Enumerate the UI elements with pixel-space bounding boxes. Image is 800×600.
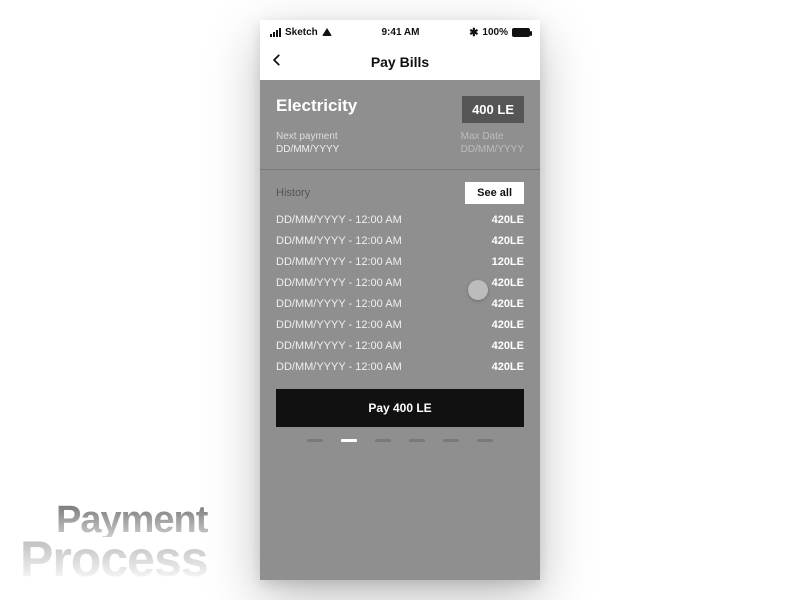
bill-name: Electricity <box>276 96 357 116</box>
signal-icon <box>270 28 281 37</box>
max-date-label: Max Date <box>461 131 524 142</box>
history-label: History <box>276 187 310 199</box>
next-payment-label: Next payment <box>276 131 339 142</box>
battery-percent: 100% <box>482 27 508 38</box>
watermark-line1: Payment <box>56 503 208 537</box>
wifi-icon <box>322 28 332 36</box>
history-row: DD/MM/YYYY - 12:00 AM420LE <box>276 214 524 226</box>
battery-icon <box>512 28 530 37</box>
clock: 9:41 AM <box>382 27 420 38</box>
divider <box>260 169 540 170</box>
next-payment-value: DD/MM/YYYY <box>276 144 339 155</box>
watermark-line2: Process <box>20 537 208 582</box>
page-title: Pay Bills <box>371 54 429 70</box>
history-list[interactable]: DD/MM/YYYY - 12:00 AM420LE DD/MM/YYYY - … <box>276 214 524 373</box>
chevron-left-icon <box>270 53 284 67</box>
history-row: DD/MM/YYYY - 12:00 AM420LE <box>276 340 524 352</box>
history-row: DD/MM/YYYY - 12:00 AM420LE <box>276 361 524 373</box>
watermark: Payment Process <box>20 503 208 582</box>
page-dot[interactable] <box>443 439 459 442</box>
page-dot[interactable] <box>307 439 323 442</box>
bill-panel: Electricity 400 LE Next payment DD/MM/YY… <box>260 80 540 580</box>
history-row: DD/MM/YYYY - 12:00 AM420LE <box>276 319 524 331</box>
bluetooth-icon: ✱ <box>469 26 478 39</box>
see-all-button[interactable]: See all <box>465 182 524 204</box>
history-row: DD/MM/YYYY - 12:00 AM420LE <box>276 235 524 247</box>
nav-bar: Pay Bills <box>260 44 540 80</box>
page-dot[interactable] <box>409 439 425 442</box>
history-row: DD/MM/YYYY - 12:00 AM420LE <box>276 298 524 310</box>
page-dot[interactable] <box>375 439 391 442</box>
pay-button[interactable]: Pay 400 LE <box>276 389 524 427</box>
page-dot[interactable] <box>341 439 357 442</box>
page-dot[interactable] <box>477 439 493 442</box>
phone-frame: Sketch 9:41 AM ✱ 100% Pay Bills Electric… <box>260 20 540 580</box>
back-button[interactable] <box>270 53 288 71</box>
max-date-value: DD/MM/YYYY <box>461 144 524 155</box>
scroll-thumb[interactable] <box>468 280 488 300</box>
status-bar: Sketch 9:41 AM ✱ 100% <box>260 20 540 44</box>
bill-amount-chip: 400 LE <box>462 96 524 123</box>
page-indicator[interactable] <box>276 439 524 442</box>
history-row: DD/MM/YYYY - 12:00 AM120LE <box>276 256 524 268</box>
carrier-label: Sketch <box>285 27 318 38</box>
